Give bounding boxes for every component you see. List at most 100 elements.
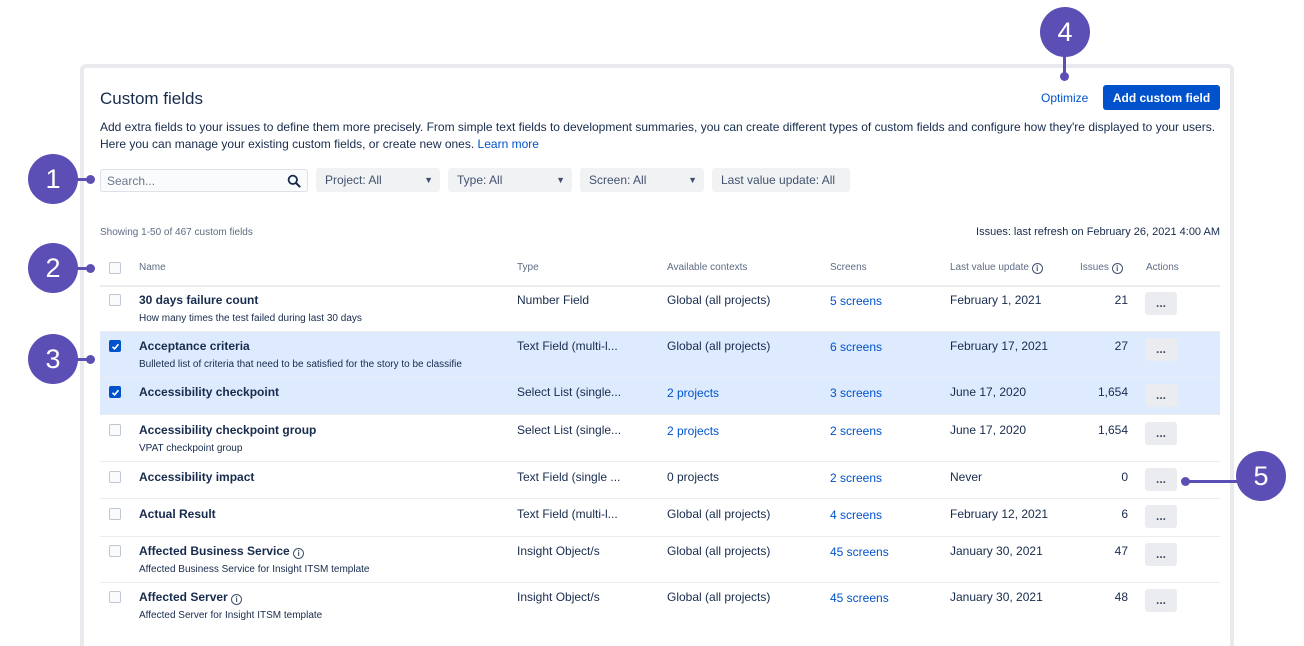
page-title: Custom fields [100, 89, 203, 108]
table-row[interactable]: Acceptance criteria Bulleted list of cri… [100, 332, 1220, 378]
row-actions-button[interactable]: ... [1145, 589, 1177, 612]
field-screens-link[interactable]: 5 screens [830, 294, 882, 308]
column-header-last-value-update[interactable]: Last value update i [950, 262, 1043, 274]
field-last-update: February 12, 2021 [950, 507, 1049, 521]
column-header-screens[interactable]: Screens [830, 262, 867, 273]
callout-5-line [1186, 480, 1238, 483]
column-header-contexts[interactable]: Available contexts [667, 262, 747, 273]
field-issues: 21 [1114, 293, 1128, 307]
refresh-status: Issues: last refresh on February 26, 202… [976, 226, 1220, 238]
row-actions-button[interactable]: ... [1145, 338, 1177, 361]
callout-4: 4 [1040, 7, 1090, 57]
type-filter[interactable]: Type: All ▼ [448, 168, 572, 192]
row-actions-button[interactable]: ... [1145, 468, 1177, 491]
field-contexts-link[interactable]: 2 projects [667, 424, 719, 438]
info-icon[interactable]: i [293, 548, 305, 559]
field-description: Affected Business Service for Insight IT… [139, 564, 370, 575]
field-issues: 1,654 [1097, 423, 1128, 437]
info-icon[interactable]: i [1031, 263, 1043, 274]
table-row[interactable]: 30 days failure count How many times the… [100, 287, 1220, 332]
field-contexts: Global (all projects) [667, 590, 771, 604]
field-name[interactable]: Accessibility checkpoint group [139, 423, 316, 437]
field-screens-link[interactable]: 3 screens [830, 386, 882, 400]
row-actions-button[interactable]: ... [1145, 422, 1177, 445]
field-contexts-link[interactable]: 2 projects [667, 386, 719, 400]
screen-filter[interactable]: Screen: All ▼ [580, 168, 704, 192]
field-name[interactable]: Actual Result [139, 507, 216, 521]
field-screens-link[interactable]: 2 screens [830, 424, 882, 438]
table-row[interactable]: Accessibility checkpoint group VPAT chec… [100, 415, 1220, 462]
field-name[interactable]: 30 days failure count [139, 293, 258, 307]
field-screens-link[interactable]: 4 screens [830, 508, 882, 522]
field-issues: 47 [1114, 544, 1128, 558]
field-name[interactable]: Accessibility impact [139, 470, 254, 484]
chevron-down-icon: ▼ [424, 175, 433, 185]
field-contexts: Global (all projects) [667, 339, 771, 353]
optimize-link[interactable]: Optimize [1041, 91, 1088, 105]
callout-1: 1 [28, 154, 78, 204]
table-row[interactable]: Accessibility checkpoint Select List (si… [100, 378, 1220, 415]
row-checkbox[interactable] [109, 471, 121, 483]
description-text: Add extra fields to your issues to defin… [100, 120, 1216, 151]
field-contexts: Global (all projects) [667, 544, 771, 558]
search-icon[interactable] [287, 174, 301, 188]
field-name[interactable]: Acceptance criteria [139, 339, 250, 353]
field-screens-link[interactable]: 2 screens [830, 471, 882, 485]
callout-2-dot [86, 264, 95, 273]
info-icon[interactable]: i [231, 594, 243, 605]
column-header-issues[interactable]: Issues i [1080, 262, 1123, 274]
field-type: Insight Object/s [517, 544, 600, 558]
search-box [100, 169, 308, 192]
field-screens-link[interactable]: 45 screens [830, 545, 889, 559]
project-filter[interactable]: Project: All ▼ [316, 168, 440, 192]
column-header-type[interactable]: Type [517, 262, 539, 273]
field-description: Bulleted list of criteria that need to b… [139, 359, 462, 370]
callout-1-dot [86, 175, 95, 184]
field-type: Text Field (single ... [517, 470, 621, 484]
row-checkbox[interactable] [109, 386, 121, 398]
chevron-down-icon: ▼ [688, 175, 697, 185]
field-type: Text Field (multi-l... [517, 339, 618, 353]
field-issues: 48 [1114, 590, 1128, 604]
add-custom-field-button[interactable]: Add custom field [1103, 85, 1220, 110]
callout-4-dot [1060, 72, 1069, 81]
row-checkbox[interactable] [109, 545, 121, 557]
select-all-checkbox[interactable] [109, 262, 121, 274]
table-row[interactable]: Affected Server i Affected Server for In… [100, 583, 1220, 629]
field-type: Select List (single... [517, 385, 622, 399]
field-name[interactable]: Affected Server i [139, 590, 243, 605]
table-row[interactable]: Actual Result Text Field (multi-l... Glo… [100, 499, 1220, 537]
row-checkbox[interactable] [109, 294, 121, 306]
last-value-update-filter[interactable]: Last value update: All [712, 168, 850, 192]
learn-more-link[interactable]: Learn more [478, 137, 539, 151]
info-icon[interactable]: i [1111, 263, 1123, 274]
field-type: Insight Object/s [517, 590, 600, 604]
table-row[interactable]: Affected Business Service i Affected Bus… [100, 537, 1220, 583]
field-screens-link[interactable]: 45 screens [830, 591, 889, 605]
row-checkbox[interactable] [109, 340, 121, 352]
callout-2: 2 [28, 243, 78, 293]
field-name[interactable]: Accessibility checkpoint [139, 385, 279, 399]
row-checkbox[interactable] [109, 591, 121, 603]
row-checkbox[interactable] [109, 508, 121, 520]
checkmark-icon [111, 389, 120, 396]
last-value-update-header-label: Last value update [950, 262, 1029, 273]
field-type: Number Field [517, 293, 590, 307]
column-header-name[interactable]: Name [139, 262, 166, 273]
field-description: VPAT checkpoint group [139, 443, 243, 454]
row-actions-button[interactable]: ... [1145, 505, 1177, 528]
row-checkbox[interactable] [109, 424, 121, 436]
field-screens-link[interactable]: 6 screens [830, 340, 882, 354]
table-row[interactable]: Accessibility impact Text Field (single … [100, 462, 1220, 499]
issues-header-label: Issues [1080, 262, 1109, 273]
last-value-update-filter-label: Last value update: All [721, 173, 836, 187]
field-name[interactable]: Affected Business Service i [139, 544, 305, 559]
field-description: How many times the test failed during la… [139, 313, 362, 324]
field-description: Affected Server for Insight ITSM templat… [139, 610, 323, 621]
field-name-text: Affected Business Service [139, 544, 290, 558]
row-actions-button[interactable]: ... [1145, 543, 1177, 566]
search-input[interactable] [107, 173, 285, 189]
field-issues: 6 [1121, 507, 1128, 521]
row-actions-button[interactable]: ... [1145, 384, 1177, 407]
row-actions-button[interactable]: ... [1145, 292, 1177, 315]
